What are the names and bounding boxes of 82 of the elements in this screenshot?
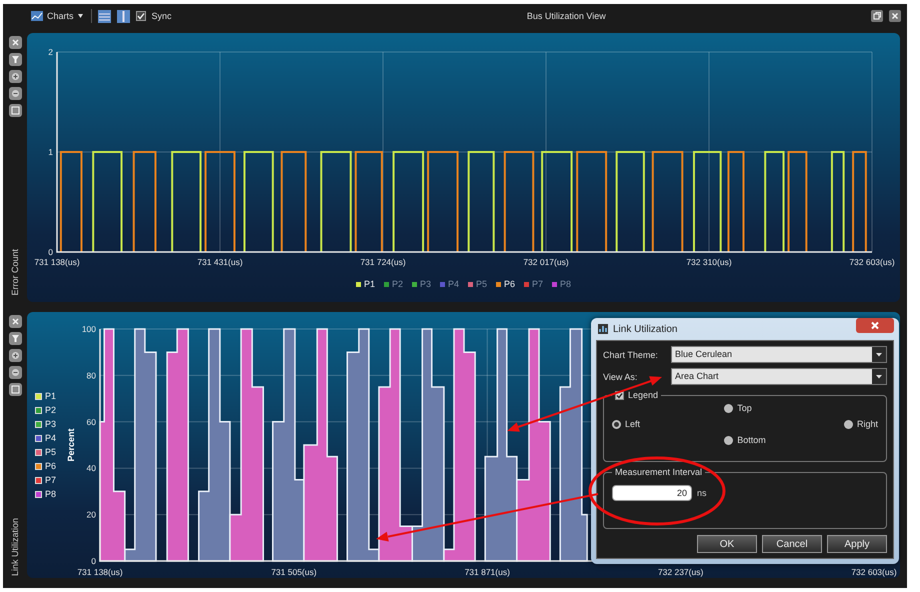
- sync-label: Sync: [152, 11, 172, 21]
- legend-label[interactable]: P6: [504, 279, 516, 289]
- axis-label: 732 017(us): [523, 257, 569, 267]
- caret-icon: [78, 14, 83, 18]
- horizontal-split-icon[interactable]: [98, 10, 111, 22]
- radio-button[interactable]: [844, 420, 853, 428]
- dropdown[interactable]: Area Chart: [671, 368, 887, 385]
- pane-label: Error Count: [10, 249, 20, 296]
- legend-label: P3: [45, 419, 56, 429]
- axis-label: 731 505(us): [271, 567, 317, 577]
- radio-label: Bottom: [737, 435, 766, 445]
- close-icon[interactable]: [8, 315, 22, 328]
- dialog-button[interactable]: Apply: [827, 535, 887, 553]
- dialog-button[interactable]: OK: [697, 535, 757, 553]
- axis-label: 100: [82, 324, 96, 334]
- window-title: Bus Utilization View: [526, 11, 607, 21]
- legend-label: P2: [45, 405, 56, 415]
- group-label: Legend: [628, 390, 658, 400]
- sync-checkbox[interactable]: [136, 11, 146, 21]
- legend-label: P4: [45, 433, 56, 443]
- radio-label: Left: [625, 419, 640, 429]
- axis-label: 732 310(us): [686, 257, 732, 267]
- radio-button[interactable]: [724, 404, 734, 412]
- axis-label: 732 603(us): [849, 257, 895, 267]
- fit-icon[interactable]: [8, 383, 22, 396]
- legend-label: P1: [45, 391, 56, 401]
- legend-label[interactable]: P7: [532, 279, 544, 289]
- axis-label: 731 724(us): [360, 257, 406, 267]
- field-label: Chart Theme:: [603, 350, 659, 360]
- close-icon[interactable]: [889, 10, 901, 22]
- unit-label: ns: [697, 488, 707, 498]
- caret-icon: [872, 347, 886, 362]
- radio-label: Right: [856, 419, 878, 429]
- axis-label: 80: [86, 370, 96, 380]
- axis-label: 40: [86, 463, 96, 474]
- zoom-out-icon[interactable]: [8, 87, 22, 100]
- axis-label: 0: [48, 247, 53, 257]
- fit-icon[interactable]: [8, 104, 22, 117]
- legend-label: P5: [45, 447, 56, 457]
- pane-label: Link Utilization: [10, 518, 20, 576]
- filter-icon[interactable]: [8, 53, 22, 66]
- chart-icon: [598, 324, 608, 334]
- dialog-title: Link Utilization: [613, 324, 678, 334]
- axis-label: 731 871(us): [464, 567, 510, 577]
- legend-label[interactable]: P5: [476, 279, 488, 289]
- interval-field[interactable]: 20: [612, 485, 692, 501]
- caret-icon: [872, 369, 886, 384]
- axis-label: 2: [48, 47, 53, 57]
- legend-label[interactable]: P8: [560, 279, 572, 289]
- zoom-in-icon[interactable]: [8, 349, 22, 362]
- axis-title: Percent: [66, 428, 76, 462]
- axis-label: 0: [91, 556, 96, 566]
- radio-button[interactable]: [612, 420, 621, 428]
- axis-label: 731 138(us): [77, 567, 123, 577]
- radio-button[interactable]: [724, 436, 734, 444]
- legend-label: P7: [45, 475, 56, 485]
- zoom-out-icon[interactable]: [8, 366, 22, 379]
- vertical-split-icon[interactable]: [116, 10, 130, 22]
- axis-label: 732 237(us): [658, 567, 704, 577]
- group-label: Measurement Interval: [615, 467, 702, 477]
- legend-label[interactable]: P4: [448, 279, 459, 289]
- axis-label: 731 431(us): [197, 257, 243, 267]
- axis-label: 1: [48, 147, 53, 157]
- filter-icon[interactable]: [8, 332, 22, 345]
- chart-icon: [31, 11, 43, 21]
- close-icon[interactable]: [8, 36, 22, 49]
- legend-label: P6: [45, 461, 56, 471]
- legend-label[interactable]: P2: [392, 279, 403, 289]
- axis-label: 731 138(us): [34, 257, 80, 267]
- dropdown[interactable]: Blue Cerulean: [671, 346, 887, 363]
- field-label: View As:: [603, 372, 638, 382]
- legend-label[interactable]: P1: [364, 279, 375, 289]
- legend-label: P8: [45, 489, 56, 499]
- dialog-button[interactable]: Cancel: [762, 535, 822, 553]
- charts-menu[interactable]: Charts: [29, 11, 85, 21]
- restore-icon[interactable]: [871, 10, 883, 22]
- radio-label: Top: [737, 403, 752, 413]
- zoom-in-icon[interactable]: [8, 70, 22, 83]
- axis-label: 732 603(us): [851, 567, 897, 577]
- legend-label[interactable]: P3: [420, 279, 431, 289]
- axis-label: 60: [86, 416, 96, 427]
- axis-label: 20: [86, 510, 96, 520]
